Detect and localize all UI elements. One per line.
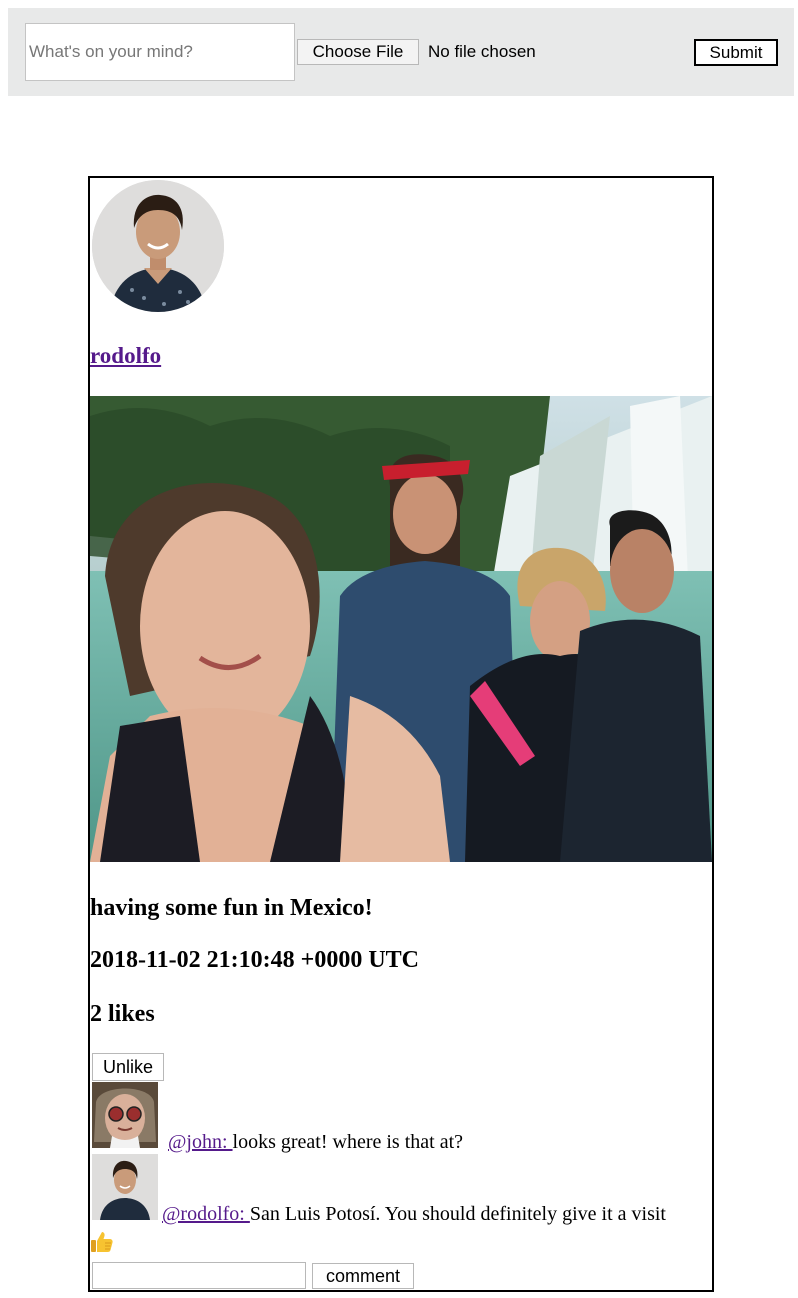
author-avatar[interactable] bbox=[92, 180, 224, 312]
comment-author-link[interactable]: @rodolfo: bbox=[162, 1203, 250, 1225]
status-input[interactable] bbox=[25, 23, 295, 81]
commenter-avatar-john bbox=[92, 1082, 158, 1148]
choose-file-button[interactable]: Choose File bbox=[297, 39, 419, 65]
comment-text: looks great! where is that at? bbox=[232, 1131, 463, 1153]
submit-button[interactable]: Submit bbox=[694, 39, 778, 66]
unlike-button[interactable]: Unlike bbox=[92, 1053, 164, 1081]
comment-text: San Luis Potosí. You should definitely g… bbox=[249, 1203, 666, 1225]
thumbs-up-icon bbox=[90, 1230, 114, 1254]
post-card: rodolfo having some fun in Mexico! 2018-… bbox=[88, 176, 714, 1292]
commenter-avatar-rodolfo bbox=[92, 1154, 158, 1220]
comment-button[interactable]: comment bbox=[312, 1263, 414, 1289]
composer-bar: Choose File No file chosen Submit bbox=[8, 8, 794, 96]
post-caption: having some fun in Mexico! bbox=[90, 895, 373, 921]
author-username-link[interactable]: rodolfo bbox=[90, 342, 161, 370]
comment-author-link[interactable]: @john: bbox=[168, 1131, 233, 1153]
likes-count: 2 likes bbox=[90, 1001, 155, 1027]
post-photo bbox=[90, 396, 712, 862]
comment-input[interactable] bbox=[92, 1262, 306, 1289]
comment-item: @john: looks great! where is that at? bbox=[168, 1130, 463, 1154]
post-timestamp: 2018-11-02 21:10:48 +0000 UTC bbox=[90, 947, 419, 973]
file-status-text: No file chosen bbox=[428, 42, 536, 61]
comment-item: @rodolfo: San Luis Potosí. You should de… bbox=[162, 1202, 666, 1226]
